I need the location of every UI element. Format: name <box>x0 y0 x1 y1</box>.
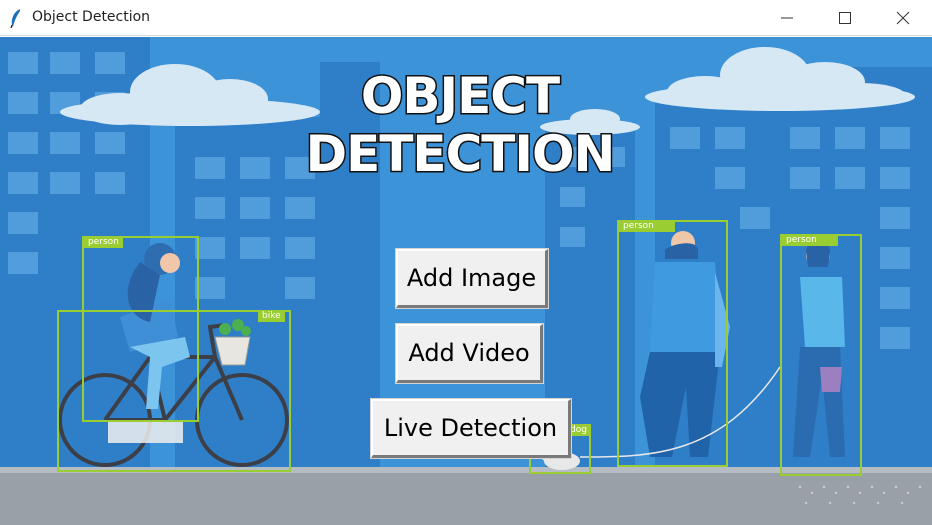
maximize-button[interactable] <box>816 0 874 36</box>
app-title: OBJECT DETECTION <box>260 66 660 185</box>
minimize-icon <box>781 17 793 19</box>
maximize-icon <box>839 12 851 24</box>
live-detection-button[interactable]: Live Detection <box>370 398 572 459</box>
window-titlebar: Object Detection <box>0 0 932 36</box>
add-video-button[interactable]: Add Video <box>395 323 544 384</box>
app-title-line1: OBJECT <box>359 66 561 127</box>
close-button[interactable] <box>874 0 932 36</box>
app-title-line2: DETECTION <box>304 124 617 185</box>
window-title: Object Detection <box>32 9 151 25</box>
detection-label-bike: bike <box>258 311 285 322</box>
detection-label-person: person <box>84 237 123 248</box>
detection-label-person: person <box>619 221 675 232</box>
close-icon <box>896 11 910 25</box>
feather-icon <box>10 9 20 28</box>
detection-label-person: person <box>782 235 838 246</box>
minimize-button[interactable] <box>758 0 816 36</box>
background-illustration: person bike person person dog OBJECT DET… <box>0 37 932 525</box>
add-image-button[interactable]: Add Image <box>395 248 549 309</box>
